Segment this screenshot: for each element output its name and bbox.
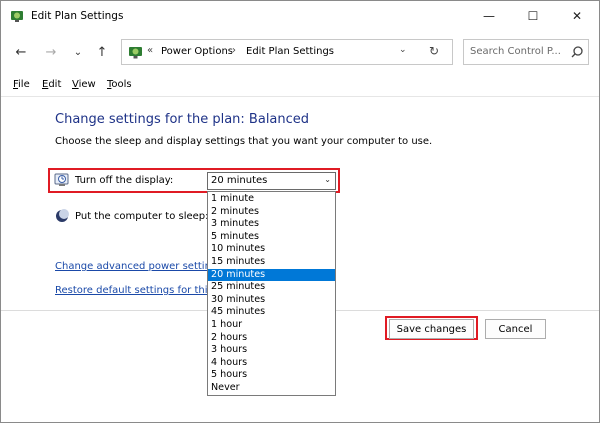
menu-divider [1,96,599,97]
breadcrumb-overflow-icon[interactable]: « [147,45,153,56]
display-timer-icon [54,173,69,186]
search-input[interactable]: Search Control P... [470,46,561,57]
forward-button[interactable]: → [40,41,62,63]
navigation-bar: ← → ⌄ ↑ « Power Options › Edit Plan Sett… [1,35,599,69]
display-off-value: 20 minutes [211,175,268,186]
back-button[interactable]: ← [10,41,32,63]
display-off-label: Turn off the display: [75,175,174,186]
minimize-icon: — [483,9,495,23]
dropdown-option[interactable]: 45 minutes [208,306,335,319]
menu-tools[interactable]: Tools [107,79,132,90]
restore-defaults-link[interactable]: Restore default settings for this pla [55,285,231,296]
refresh-icon[interactable]: ↻ [429,44,439,58]
page-title: Change settings for the plan: Balanced [55,112,310,127]
page-subtitle: Choose the sleep and display settings th… [55,136,433,147]
search-icon[interactable] [570,45,584,59]
menu-bar: File Edit View Tools [1,77,599,95]
sleep-moon-icon [56,209,69,222]
dropdown-option[interactable]: 3 minutes [208,218,335,231]
power-options-icon [11,11,23,22]
minimize-button[interactable]: — [467,1,511,31]
title-bar: Edit Plan Settings — ☐ ✕ [1,1,599,31]
save-changes-button[interactable]: Save changes [389,319,474,339]
close-button[interactable]: ✕ [555,1,599,31]
forward-arrow-icon: → [45,44,57,60]
maximize-button[interactable]: ☐ [511,1,555,31]
up-button[interactable]: ↑ [91,41,113,63]
menu-view[interactable]: View [72,79,96,90]
dropdown-option[interactable]: 15 minutes [208,256,335,269]
address-bar[interactable]: « Power Options › Edit Plan Settings ⌄ ↻ [121,39,453,65]
control-panel-icon [129,47,142,59]
chevron-down-icon: ⌄ [324,175,331,184]
dropdown-option[interactable]: 2 minutes [208,206,335,219]
display-off-select[interactable]: 20 minutes ⌄ [207,172,336,190]
dropdown-option[interactable]: 1 minute [208,193,335,206]
address-dropdown-icon[interactable]: ⌄ [399,45,407,55]
dropdown-option[interactable]: 4 hours [208,357,335,370]
advanced-power-settings-link[interactable]: Change advanced power settings [55,261,222,272]
dropdown-option[interactable]: 1 hour [208,319,335,332]
chevron-down-icon: ⌄ [73,46,83,58]
dropdown-option[interactable]: 10 minutes [208,243,335,256]
search-box[interactable]: Search Control P... [463,39,589,65]
recent-locations-button[interactable]: ⌄ [67,41,89,63]
dropdown-option[interactable]: 3 hours [208,344,335,357]
menu-edit[interactable]: Edit [42,79,61,90]
dropdown-option[interactable]: 5 minutes [208,231,335,244]
dropdown-option[interactable]: Never [208,382,335,395]
breadcrumb-power-options[interactable]: Power Options [161,46,233,57]
breadcrumb-edit-plan-settings[interactable]: Edit Plan Settings [246,46,334,57]
breadcrumb-separator-icon[interactable]: › [232,45,236,56]
up-arrow-icon: ↑ [96,44,108,60]
dropdown-option-selected[interactable]: 20 minutes [208,268,335,282]
back-arrow-icon: ← [15,44,27,60]
dropdown-option[interactable]: 25 minutes [208,281,335,294]
display-off-dropdown-list[interactable]: 1 minute 2 minutes 3 minutes 5 minutes 1… [207,191,336,396]
maximize-icon: ☐ [527,9,539,23]
dropdown-option[interactable]: 2 hours [208,332,335,345]
sleep-label: Put the computer to sleep: [75,211,209,222]
window-title: Edit Plan Settings [31,10,124,22]
edit-plan-settings-window: Edit Plan Settings — ☐ ✕ ← → ⌄ ↑ « Power… [0,0,600,423]
dropdown-option[interactable]: 5 hours [208,369,335,382]
close-icon: ✕ [571,9,583,23]
cancel-button[interactable]: Cancel [485,319,546,339]
dropdown-option[interactable]: 30 minutes [208,294,335,307]
menu-file[interactable]: File [13,79,30,90]
